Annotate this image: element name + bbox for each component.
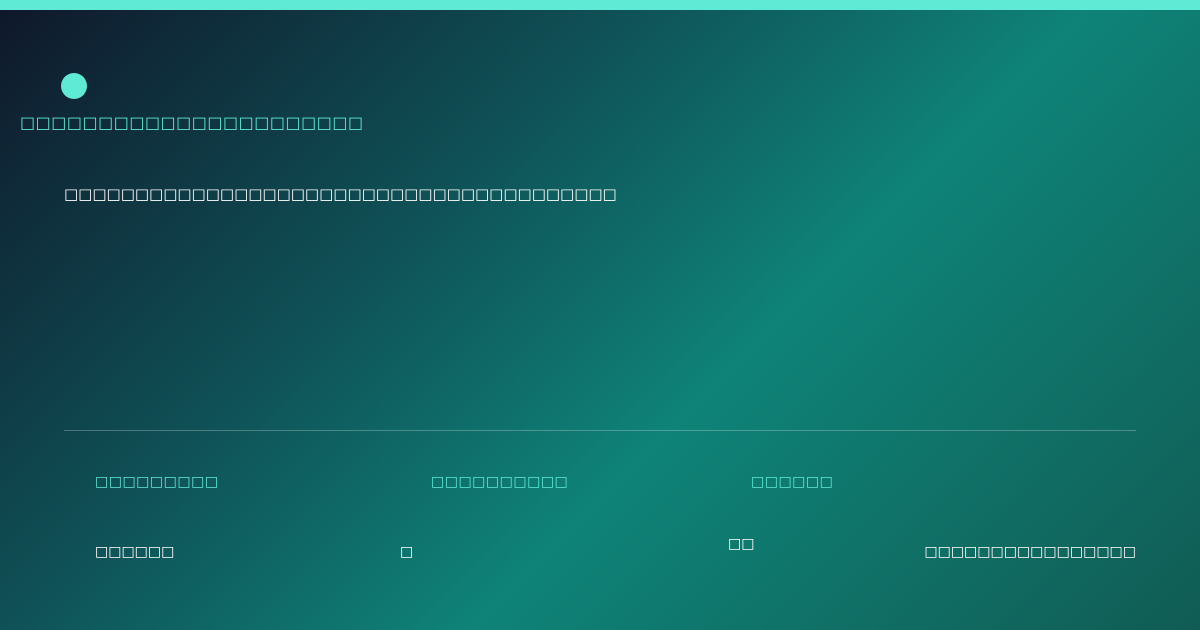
footer-value-2: □ (400, 544, 414, 560)
footer-label-3: □□□□□□ (751, 474, 834, 490)
footer-divider (64, 430, 1136, 431)
brand-tagline: □□□□□□□□□□□□□□□□□□□□□□ (20, 113, 364, 132)
logo-circle-icon (61, 73, 87, 99)
footer-value-4: □□□□□□□□□□□□□□□□ (924, 544, 1136, 560)
headline-text: □□□□□□□□□□□□□□□□□□□□□□□□□□□□□□□□□□□□□□□ (64, 185, 617, 203)
footer-label-2: □□□□□□□□□□ (431, 474, 569, 490)
footer-value-1: □□□□□□ (95, 544, 175, 560)
top-accent-bar (0, 0, 1200, 10)
footer-value-3: □□ (728, 536, 755, 552)
footer-label-1: □□□□□□□□□ (95, 474, 219, 490)
